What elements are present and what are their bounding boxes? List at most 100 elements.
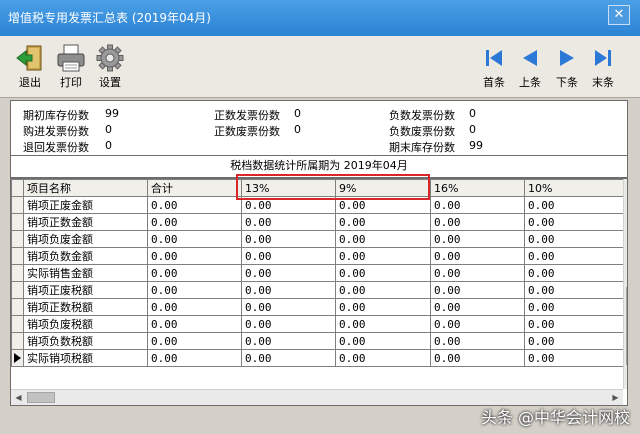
close-window-button[interactable]: ✕: [608, 5, 630, 25]
amount-cell[interactable]: 0.00: [524, 332, 626, 350]
table-row[interactable]: 销项负数金额 0.00 0.00 0.00 0.00 0.00: [11, 247, 626, 265]
amount-cell[interactable]: 0.00: [147, 196, 242, 214]
amount-cell[interactable]: 0.00: [335, 332, 431, 350]
item-name-cell[interactable]: 销项正废金额: [23, 196, 148, 214]
column-header[interactable]: 13%: [241, 179, 336, 197]
amount-cell[interactable]: 0.00: [335, 247, 431, 265]
amount-cell[interactable]: 0.00: [335, 230, 431, 248]
item-name-cell[interactable]: 销项负废税额: [23, 315, 148, 333]
row-indicator[interactable]: [11, 264, 24, 282]
row-indicator[interactable]: [11, 230, 24, 248]
table-row[interactable]: 销项正数金额 0.00 0.00 0.00 0.00 0.00: [11, 213, 626, 231]
settings-button[interactable]: 设置: [90, 44, 130, 90]
table-row[interactable]: 实际销售金额 0.00 0.00 0.00 0.00 0.00: [11, 264, 626, 282]
table-row[interactable]: 销项负废税额 0.00 0.00 0.00 0.00 0.00: [11, 315, 626, 333]
print-button[interactable]: 打印: [51, 44, 91, 90]
amount-cell[interactable]: 0.00: [241, 315, 336, 333]
item-name-cell[interactable]: 销项负数税额: [23, 332, 148, 350]
amount-cell[interactable]: 0.00: [335, 213, 431, 231]
item-name-cell[interactable]: 销项正数金额: [23, 213, 148, 231]
amount-cell[interactable]: 0.00: [524, 349, 626, 367]
amount-cell[interactable]: 0.00: [524, 315, 626, 333]
amount-cell[interactable]: 0.00: [147, 281, 242, 299]
amount-cell[interactable]: 0.00: [147, 315, 242, 333]
amount-cell[interactable]: 0.00: [241, 332, 336, 350]
row-indicator[interactable]: [11, 213, 24, 231]
item-name-cell[interactable]: 销项正数税额: [23, 298, 148, 316]
amount-cell[interactable]: 0.00: [430, 196, 525, 214]
amount-cell[interactable]: 0.00: [147, 247, 242, 265]
amount-cell[interactable]: 0.00: [241, 196, 336, 214]
row-indicator[interactable]: [11, 349, 24, 367]
previous-record-button[interactable]: 上条: [510, 44, 550, 90]
scroll-up-icon[interactable]: ▲: [624, 179, 627, 194]
row-indicator[interactable]: [11, 298, 24, 316]
amount-cell[interactable]: 0.00: [241, 298, 336, 316]
table-row[interactable]: 销项负废金额 0.00 0.00 0.00 0.00 0.00: [11, 230, 626, 248]
next-record-button[interactable]: 下条: [547, 44, 587, 90]
amount-cell[interactable]: 0.00: [430, 349, 525, 367]
row-indicator[interactable]: [11, 196, 24, 214]
scroll-left-icon[interactable]: ◀: [11, 390, 26, 405]
last-record-button[interactable]: 末条: [583, 44, 623, 90]
amount-cell[interactable]: 0.00: [430, 298, 525, 316]
amount-cell[interactable]: 0.00: [524, 281, 626, 299]
amount-cell[interactable]: 0.00: [524, 264, 626, 282]
amount-cell[interactable]: 0.00: [430, 315, 525, 333]
vertical-scrollbar[interactable]: ▲ ▼: [623, 179, 627, 389]
amount-cell[interactable]: 0.00: [147, 332, 242, 350]
row-indicator[interactable]: [11, 332, 24, 350]
item-name-cell[interactable]: 销项负废金额: [23, 230, 148, 248]
amount-cell[interactable]: 0.00: [430, 332, 525, 350]
scroll-down-icon[interactable]: ▼: [624, 374, 627, 389]
amount-cell[interactable]: 0.00: [241, 213, 336, 231]
horizontal-scroll-thumb[interactable]: [27, 392, 55, 403]
amount-cell[interactable]: 0.00: [524, 230, 626, 248]
amount-cell[interactable]: 0.00: [430, 213, 525, 231]
vertical-scroll-thumb[interactable]: [626, 287, 627, 365]
amount-cell[interactable]: 0.00: [335, 349, 431, 367]
table-row[interactable]: 销项正数税额 0.00 0.00 0.00 0.00 0.00: [11, 298, 626, 316]
amount-cell[interactable]: 0.00: [430, 247, 525, 265]
amount-cell[interactable]: 0.00: [147, 213, 242, 231]
column-header[interactable]: 项目名称: [23, 179, 148, 197]
amount-cell[interactable]: 0.00: [335, 196, 431, 214]
amount-cell[interactable]: 0.00: [524, 298, 626, 316]
table-row[interactable]: 销项正废金额 0.00 0.00 0.00 0.00 0.00: [11, 196, 626, 214]
amount-cell[interactable]: 0.00: [335, 298, 431, 316]
amount-cell[interactable]: 0.00: [241, 349, 336, 367]
scroll-right-icon[interactable]: ▶: [608, 390, 623, 405]
amount-cell[interactable]: 0.00: [524, 247, 626, 265]
item-name-cell[interactable]: 销项正废税额: [23, 281, 148, 299]
amount-cell[interactable]: 0.00: [430, 281, 525, 299]
first-record-button[interactable]: 首条: [474, 44, 514, 90]
amount-cell[interactable]: 0.00: [241, 230, 336, 248]
amount-cell[interactable]: 0.00: [147, 230, 242, 248]
amount-cell[interactable]: 0.00: [335, 281, 431, 299]
amount-cell[interactable]: 0.00: [524, 196, 626, 214]
table-row[interactable]: 实际销项税额 0.00 0.00 0.00 0.00 0.00: [11, 349, 626, 367]
column-header[interactable]: 合计: [147, 179, 242, 197]
amount-cell[interactable]: 0.00: [335, 315, 431, 333]
table-row[interactable]: 销项正废税额 0.00 0.00 0.00 0.00 0.00: [11, 281, 626, 299]
table-row[interactable]: 销项负数税额 0.00 0.00 0.00 0.00 0.00: [11, 332, 626, 350]
amount-cell[interactable]: 0.00: [147, 349, 242, 367]
amount-cell[interactable]: 0.00: [430, 264, 525, 282]
amount-cell[interactable]: 0.00: [335, 264, 431, 282]
amount-cell[interactable]: 0.00: [524, 213, 626, 231]
amount-cell[interactable]: 0.00: [241, 264, 336, 282]
row-indicator[interactable]: [11, 247, 24, 265]
item-name-cell[interactable]: 实际销项税额: [23, 349, 148, 367]
summary-grid[interactable]: 项目名称 合计 13% 9% 16% 10% 销项正废金额 0.00 0.00 0.0…: [10, 178, 628, 406]
amount-cell[interactable]: 0.00: [147, 298, 242, 316]
amount-cell[interactable]: 0.00: [241, 247, 336, 265]
item-name-cell[interactable]: 销项负数金额: [23, 247, 148, 265]
amount-cell[interactable]: 0.00: [430, 230, 525, 248]
amount-cell[interactable]: 0.00: [147, 264, 242, 282]
item-name-cell[interactable]: 实际销售金额: [23, 264, 148, 282]
column-header[interactable]: 9%: [335, 179, 431, 197]
row-indicator[interactable]: [11, 281, 24, 299]
horizontal-scrollbar[interactable]: ◀ ▶: [11, 389, 623, 405]
exit-button[interactable]: 退出: [10, 44, 50, 90]
column-header[interactable]: 16%: [430, 179, 525, 197]
